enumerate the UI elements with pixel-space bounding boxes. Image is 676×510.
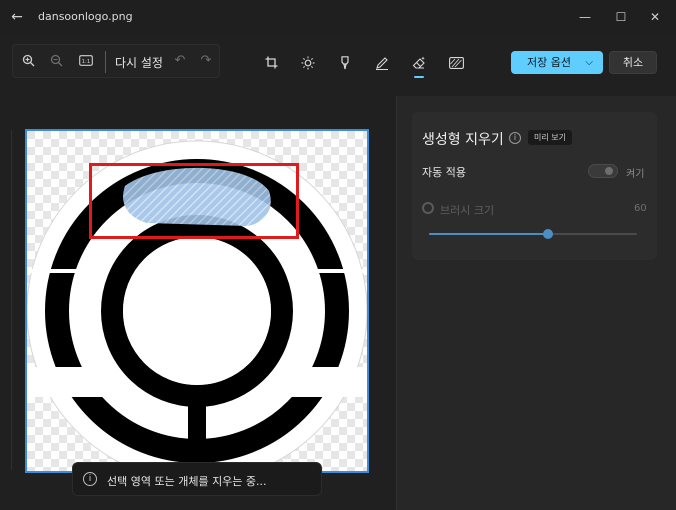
markup-icon: [341, 56, 349, 70]
back-button[interactable]: ←: [6, 6, 28, 28]
arrow-left-icon: ←: [11, 9, 23, 25]
svg-text:1:1: 1:1: [82, 59, 91, 65]
maximize-button[interactable]: ☐: [606, 4, 636, 30]
adjust-tool[interactable]: [297, 52, 319, 74]
save-options-button[interactable]: 저장 옵션 ⌵: [511, 51, 603, 74]
erase-tool[interactable]: [408, 52, 430, 78]
canvas-scroll-edge: [0, 130, 12, 470]
title-bar: ← dansoonlogo.png — ☐ ✕: [0, 0, 676, 34]
brightness-icon: [301, 56, 315, 70]
auto-apply-state: 켜기: [626, 169, 645, 180]
info-icon[interactable]: i: [509, 132, 521, 144]
status-toast: i 선택 영역 또는 개체를 지우는 중...: [72, 462, 322, 496]
brush-size-slider[interactable]: [429, 229, 637, 239]
save-options-label: 저장 옵션: [527, 56, 571, 69]
brush-size-icon: [422, 202, 434, 214]
minimize-icon: —: [579, 10, 591, 24]
zoom-out-button[interactable]: [45, 50, 67, 72]
toolbar-divider: [105, 51, 106, 73]
redo-button[interactable]: ↷: [195, 50, 217, 72]
draw-tool[interactable]: [371, 52, 393, 74]
crop-icon: [265, 56, 277, 69]
close-icon: ✕: [649, 10, 661, 24]
markup-tool[interactable]: [334, 52, 356, 74]
close-button[interactable]: ✕: [640, 4, 670, 30]
toggle-knob: [605, 167, 613, 175]
chevron-down-icon: ⌵: [585, 57, 593, 68]
background-tool[interactable]: [445, 52, 467, 74]
undo-icon: ↶: [174, 53, 186, 68]
brush-size-label: 브러시 크기: [440, 204, 495, 217]
auto-apply-toggle[interactable]: [588, 164, 618, 178]
info-icon: i: [83, 472, 97, 486]
window-title: dansoonlogo.png: [38, 10, 133, 23]
slider-thumb[interactable]: [542, 229, 553, 239]
preview-badge: 미리 보기: [528, 130, 572, 145]
selection-rectangle: [89, 163, 299, 239]
erase-icon: [412, 56, 425, 69]
toast-message: 선택 영역 또는 개체를 지우는 중...: [107, 475, 267, 488]
draw-icon: [376, 57, 388, 71]
actual-size-icon: 1:1: [79, 55, 93, 66]
cancel-button[interactable]: 취소: [609, 51, 657, 74]
redo-icon: ↷: [200, 53, 212, 68]
slider-fill: [429, 233, 548, 235]
zoom-in-icon: [22, 54, 34, 67]
panel-title: 생성형 지우기: [422, 132, 504, 148]
actual-size-button[interactable]: 1:1: [75, 50, 97, 72]
minimize-button[interactable]: —: [570, 4, 600, 30]
reset-button[interactable]: 다시 설정: [115, 54, 163, 71]
crop-tool[interactable]: [260, 52, 282, 74]
undo-button[interactable]: ↶: [169, 50, 191, 72]
zoom-in-button[interactable]: [17, 50, 39, 72]
maximize-icon: ☐: [615, 10, 627, 24]
zoom-out-icon: [50, 54, 62, 67]
auto-apply-label: 자동 적용: [422, 166, 466, 179]
brush-size-value: 60: [634, 203, 647, 214]
background-icon: [448, 57, 464, 69]
zoom-group: 1:1 다시 설정 ↶ ↷: [12, 44, 220, 78]
